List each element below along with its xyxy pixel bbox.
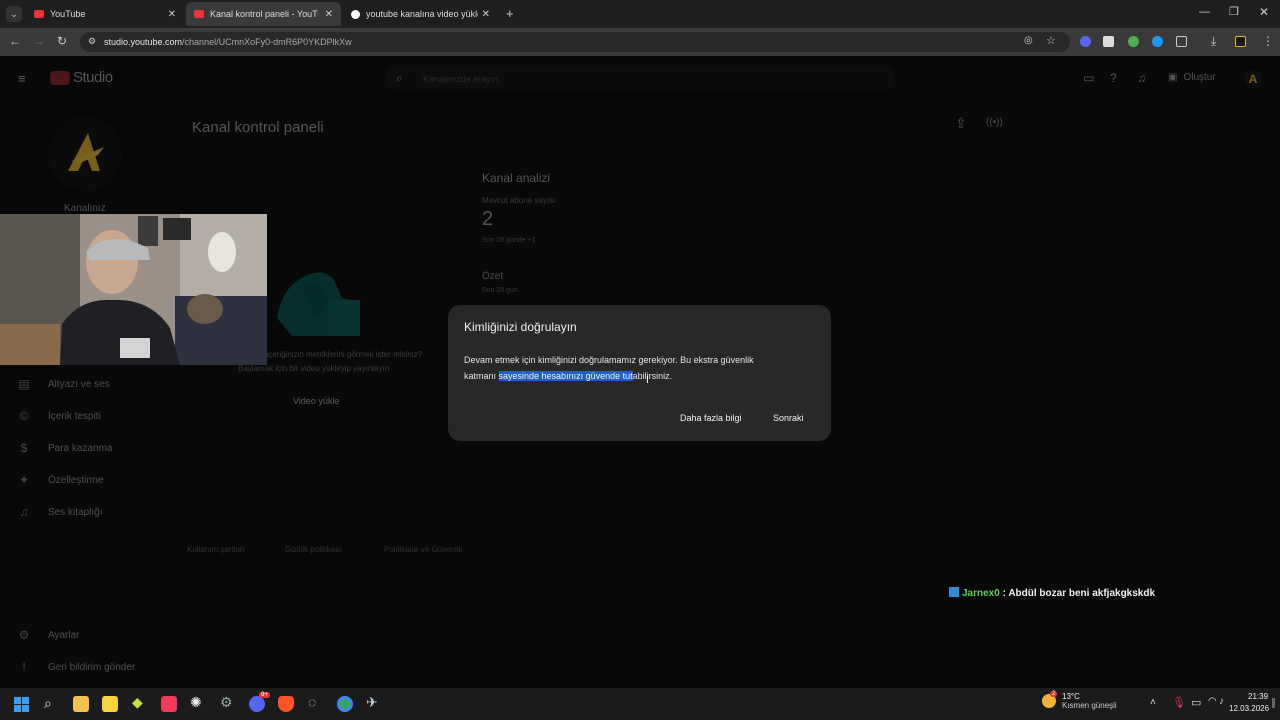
windows-start-icon[interactable] (14, 697, 29, 712)
volume-icon[interactable]: ♪ (1219, 696, 1224, 707)
reload-icon[interactable]: ↻ (57, 34, 67, 48)
chat-message: Jarnex0 : Abdül bozar beni akfjakgkskdk (949, 587, 1155, 599)
extensions-puzzle-icon[interactable] (1176, 36, 1187, 47)
close-window-icon[interactable]: ✕ (1259, 5, 1269, 19)
profile-icon[interactable] (1235, 36, 1246, 47)
weather-desc: Kısmen güneşli (1062, 701, 1117, 710)
file-explorer-icon[interactable] (73, 696, 89, 712)
search-taskbar-icon[interactable]: ⌕ (44, 695, 52, 712)
tab-studio[interactable]: Kanal kontrol paneli - YouTube ✕ (186, 2, 341, 26)
clock-time[interactable]: 21:39 (1248, 692, 1268, 701)
download-icon[interactable]: ⤓ (1211, 34, 1216, 49)
verify-identity-dialog: Kimliğinizi doğrulayın Devam etmek için … (448, 305, 831, 441)
tab-list-icon[interactable]: ⌄ (6, 6, 22, 22)
url-host: studio.youtube.com (104, 37, 183, 47)
learn-more-button[interactable]: Daha fazla bilgi (680, 413, 742, 423)
close-tab-icon[interactable]: ✕ (168, 9, 176, 20)
tab-label: YouTube (50, 9, 86, 19)
youtube-favicon-icon (34, 10, 44, 18)
tab-label: Kanal kontrol paneli - YouTube (210, 9, 318, 19)
extension-icon[interactable] (1080, 36, 1091, 47)
selected-text: sayesinde hesabınızı güvende tut (498, 371, 633, 381)
chat-username: Jarnex0 (962, 588, 1000, 599)
microphone-icon[interactable]: 🎙 (1172, 696, 1186, 709)
clock-date[interactable]: 12.03.2026 (1229, 704, 1269, 713)
youtube-favicon-icon (194, 10, 204, 18)
webcam-overlay (0, 214, 267, 365)
dialog-body-line2: katmanı sayesinde hesabınızı güvende tut… (464, 371, 672, 381)
new-tab-icon[interactable]: + (506, 6, 514, 21)
maximize-icon[interactable]: ❐ (1229, 5, 1239, 18)
tab-youtube[interactable]: YouTube ✕ (26, 2, 184, 26)
dialog-body-line1: Devam etmek için kimliğinizi doğrulamamı… (464, 355, 754, 365)
tab-label: youtube kanalına video yüklem (366, 9, 478, 19)
brave-browser-icon[interactable] (278, 696, 294, 712)
extension-icon[interactable] (1128, 36, 1139, 47)
chat-text: : Abdül bozar beni akfjakgkskdk (999, 588, 1156, 599)
wifi-icon[interactable]: ◠ (1208, 696, 1217, 707)
discord-icon[interactable] (249, 696, 265, 712)
google-favicon-icon (351, 9, 360, 19)
monitor-icon[interactable]: ▭ (1191, 696, 1201, 709)
url-field[interactable]: studio.youtube.com/channel/UCmnXoFy0-dmR… (80, 32, 1070, 52)
dialog-title: Kimliğinizi doğrulayın (464, 320, 577, 334)
sticky-notes-icon[interactable] (102, 696, 118, 712)
browser-menu-icon[interactable]: ⋮ (1262, 34, 1274, 48)
music-app-icon[interactable] (161, 696, 177, 712)
dialog-body-text: katmanı (464, 371, 499, 381)
eye-off-icon[interactable]: ◎ (1024, 35, 1033, 46)
url-path: /channel/UCmnXoFy0-dmR6P0YKDPlkXw (182, 37, 352, 47)
back-icon[interactable]: ← (9, 34, 21, 48)
dialog-body-text: abilirsiniz. (632, 371, 673, 381)
bookmark-star-icon[interactable]: ☆ (1046, 34, 1056, 47)
next-button[interactable]: Sonraki (773, 413, 804, 423)
chevron-up-icon[interactable]: ˄ (1150, 697, 1156, 708)
tab-google-search[interactable]: youtube kanalına video yüklem ✕ (343, 2, 498, 26)
extension-icon[interactable] (1103, 36, 1114, 47)
steam-icon[interactable]: ✈ (366, 694, 378, 711)
browser-tab-bar: ⌄ YouTube ✕ Kanal kontrol paneli - YouTu… (0, 0, 1280, 28)
discord-badge: 9+ (259, 692, 270, 698)
weather-temp: 13°C (1062, 692, 1080, 701)
minimize-icon[interactable]: — (1199, 6, 1210, 18)
site-info-icon[interactable]: ⚙ (88, 36, 96, 47)
settings-app-icon[interactable]: ⚙ (220, 694, 233, 711)
notification-center-icon[interactable] (1272, 698, 1275, 708)
chat-user-icon (949, 587, 959, 597)
chatgpt-icon[interactable]: ✺ (190, 694, 202, 711)
forward-icon[interactable]: → (33, 34, 45, 48)
text-cursor-icon: I (646, 375, 649, 386)
extension-icon[interactable] (1152, 36, 1163, 47)
app-icon[interactable]: ◆ (132, 694, 143, 711)
close-tab-icon[interactable]: ✕ (482, 9, 490, 20)
close-tab-icon[interactable]: ✕ (325, 9, 333, 20)
chrome-icon[interactable] (337, 696, 353, 712)
app-icon[interactable]: ◌ (308, 694, 316, 710)
